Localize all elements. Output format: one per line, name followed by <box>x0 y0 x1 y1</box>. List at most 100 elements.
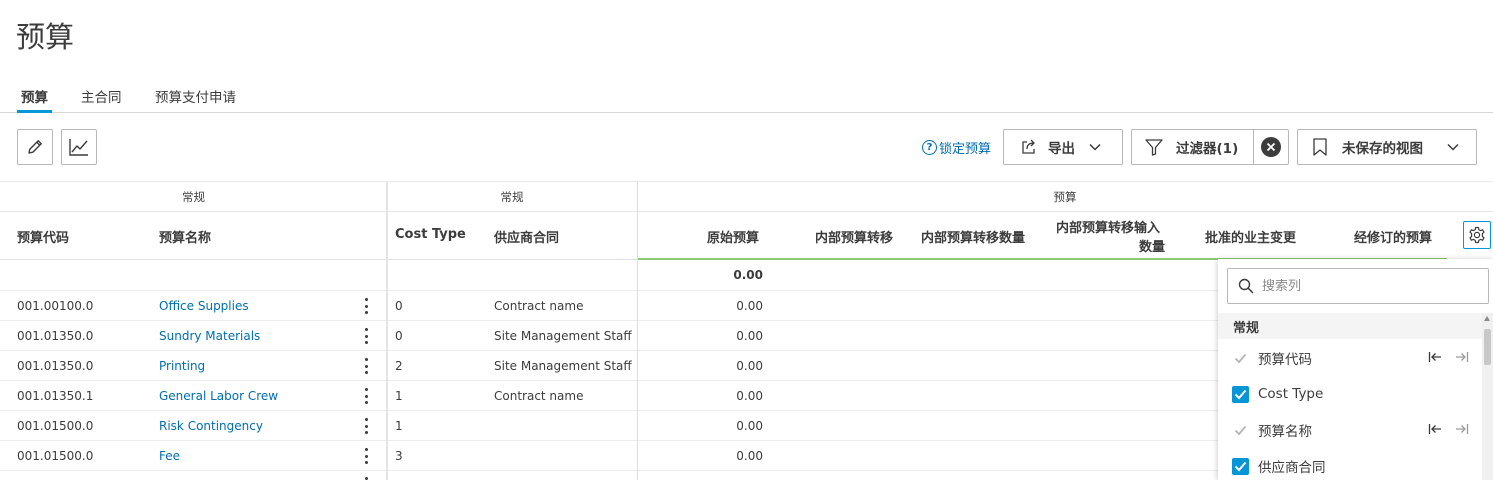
budget-name-link[interactable]: Printing <box>159 359 205 373</box>
budget-code: 001.00100.0 <box>17 299 94 313</box>
help-icon: ? <box>922 140 937 155</box>
tab-bar: 预算 主合同 预算支付申请 <box>0 82 1493 113</box>
export-label: 导出 <box>1048 141 1075 157</box>
column-header-transfer-qty[interactable]: 内部预算转移数量 <box>921 227 1025 246</box>
vendor-contract: Contract name <box>494 389 584 403</box>
tab-budget[interactable]: 预算 <box>17 86 52 113</box>
export-icon <box>1022 139 1035 154</box>
check-icon <box>1234 461 1247 471</box>
cost-type: 1 <box>395 419 403 433</box>
column-header-cost-type[interactable]: Cost Type <box>395 227 466 242</box>
filter-divider <box>1253 130 1254 164</box>
row-menu-icon[interactable] <box>363 328 369 344</box>
row-menu-icon[interactable] <box>363 298 369 314</box>
gear-icon <box>1469 226 1485 244</box>
row-menu-icon[interactable] <box>363 358 369 374</box>
cost-type: 0 <box>395 299 403 313</box>
tab-budget-payment-application[interactable]: 预算支付申请 <box>155 86 236 106</box>
check-icon <box>1234 425 1247 435</box>
check-icon <box>1234 353 1247 363</box>
column-search-box[interactable] <box>1227 268 1489 304</box>
checkbox-checked[interactable] <box>1232 457 1249 475</box>
vendor-contract: Contract name <box>494 299 584 313</box>
export-button[interactable]: 导出 <box>1003 129 1123 165</box>
filter-button[interactable]: 过滤器(1) <box>1131 129 1289 165</box>
checkbox-checked[interactable] <box>1232 385 1249 403</box>
edit-button[interactable] <box>17 129 53 165</box>
saved-view-dropdown[interactable]: 未保存的视图 <box>1297 129 1477 165</box>
scroll-up-arrow-icon[interactable] <box>1484 316 1490 321</box>
budget-code: 001.01350.1 <box>17 389 94 403</box>
pin-controls <box>1428 351 1469 363</box>
column-header-row: 预算代码 预算名称 Cost Type 供应商合同 原始预算 内部预算转移 内部… <box>0 212 1493 260</box>
tab-prime-contract[interactable]: 主合同 <box>81 86 122 106</box>
cost-type: 2 <box>395 359 403 373</box>
budget-name-link[interactable]: Risk Contingency <box>159 419 263 433</box>
column-header-transfer-in-qty-line2[interactable]: 数量 <box>1139 236 1165 255</box>
budget-code: 001.01500.0 <box>17 419 94 433</box>
group-header-general: 常规 <box>0 182 387 212</box>
panel-scrollbar[interactable] <box>1482 313 1493 480</box>
checkbox-disabled-checked[interactable] <box>1232 421 1249 439</box>
column-header-contract[interactable]: 供应商合同 <box>494 227 559 246</box>
pin-controls <box>1428 423 1469 435</box>
original-budget: 0.00 <box>736 299 763 313</box>
column-header-budget-transfer[interactable]: 内部预算转移 <box>815 227 893 246</box>
saved-view-label: 未保存的视图 <box>1342 141 1423 157</box>
group-header-budget: 预算 <box>637 182 1493 212</box>
budget-name-link[interactable]: Office Supplies <box>159 299 249 313</box>
original-budget: 0.00 <box>736 359 763 373</box>
column-option-label: 供应商合同 <box>1258 460 1326 476</box>
bookmark-icon <box>1313 138 1327 156</box>
column-settings-button[interactable] <box>1463 221 1491 249</box>
group-divider <box>637 182 638 480</box>
pin-right-icon[interactable] <box>1455 351 1469 363</box>
column-option-budget-name[interactable]: 预算名称 <box>1218 415 1482 445</box>
pin-left-icon[interactable] <box>1428 423 1442 435</box>
chevron-down-icon <box>1089 143 1101 151</box>
row-menu-icon[interactable] <box>363 388 369 404</box>
pin-left-icon[interactable] <box>1428 351 1442 363</box>
column-header-revised-budget[interactable]: 经修订的预算 <box>1354 227 1432 246</box>
column-section-title: 常规 <box>1218 313 1482 339</box>
row-menu-icon[interactable] <box>363 418 369 434</box>
pencil-icon <box>28 140 42 154</box>
column-header-code[interactable]: 预算代码 <box>17 227 69 246</box>
filter-icon <box>1145 139 1163 156</box>
lock-budget-label: 锁定预算 <box>939 142 992 157</box>
column-header-transfer-in-qty-line1[interactable]: 内部预算转移输入 <box>1056 217 1160 236</box>
column-header-approved-change[interactable]: 批准的业主变更 <box>1205 227 1296 246</box>
column-option-label: 预算代码 <box>1258 352 1312 368</box>
clear-filter-icon[interactable] <box>1261 137 1281 157</box>
column-header-original-budget[interactable]: 原始预算 <box>707 227 759 246</box>
lock-budget-link[interactable]: ? 锁定预算 <box>922 138 991 157</box>
cost-type: 3 <box>395 449 403 463</box>
budget-name-link[interactable]: General Labor Crew <box>159 389 278 403</box>
chart-button[interactable] <box>61 129 97 165</box>
original-budget: 0.00 <box>736 419 763 433</box>
cost-type: 1 <box>395 389 403 403</box>
vendor-contract: Site Management Staff <box>494 359 632 373</box>
budget-code: 001.01350.0 <box>17 359 94 373</box>
column-option-vendor-contract[interactable]: 供应商合同 <box>1218 451 1482 480</box>
column-option-label: Cost Type <box>1258 386 1324 402</box>
pin-right-icon[interactable] <box>1455 423 1469 435</box>
line-chart-icon <box>69 139 88 156</box>
row-menu-icon[interactable] <box>363 448 369 464</box>
pinned-column-divider <box>386 182 388 480</box>
column-chooser-panel: 常规 预算代码 Cost Type 预算名称 供应商合同 <box>1218 259 1493 480</box>
chevron-down-icon <box>1447 143 1459 151</box>
budget-name-link[interactable]: Fee <box>159 449 180 463</box>
checkbox-disabled-checked[interactable] <box>1232 349 1249 367</box>
column-option-label: 预算名称 <box>1258 424 1312 440</box>
group-header-general-2: 常规 <box>387 182 637 212</box>
check-icon <box>1234 389 1247 399</box>
column-header-name[interactable]: 预算名称 <box>159 227 211 246</box>
original-budget: 0.00 <box>736 389 763 403</box>
scrollbar-thumb[interactable] <box>1484 329 1491 365</box>
original-budget: 0.00 <box>736 329 763 343</box>
column-search-input[interactable] <box>1262 278 1462 294</box>
column-option-budget-code[interactable]: 预算代码 <box>1218 343 1482 373</box>
column-option-cost-type[interactable]: Cost Type <box>1218 379 1482 409</box>
budget-name-link[interactable]: Sundry Materials <box>159 329 260 343</box>
